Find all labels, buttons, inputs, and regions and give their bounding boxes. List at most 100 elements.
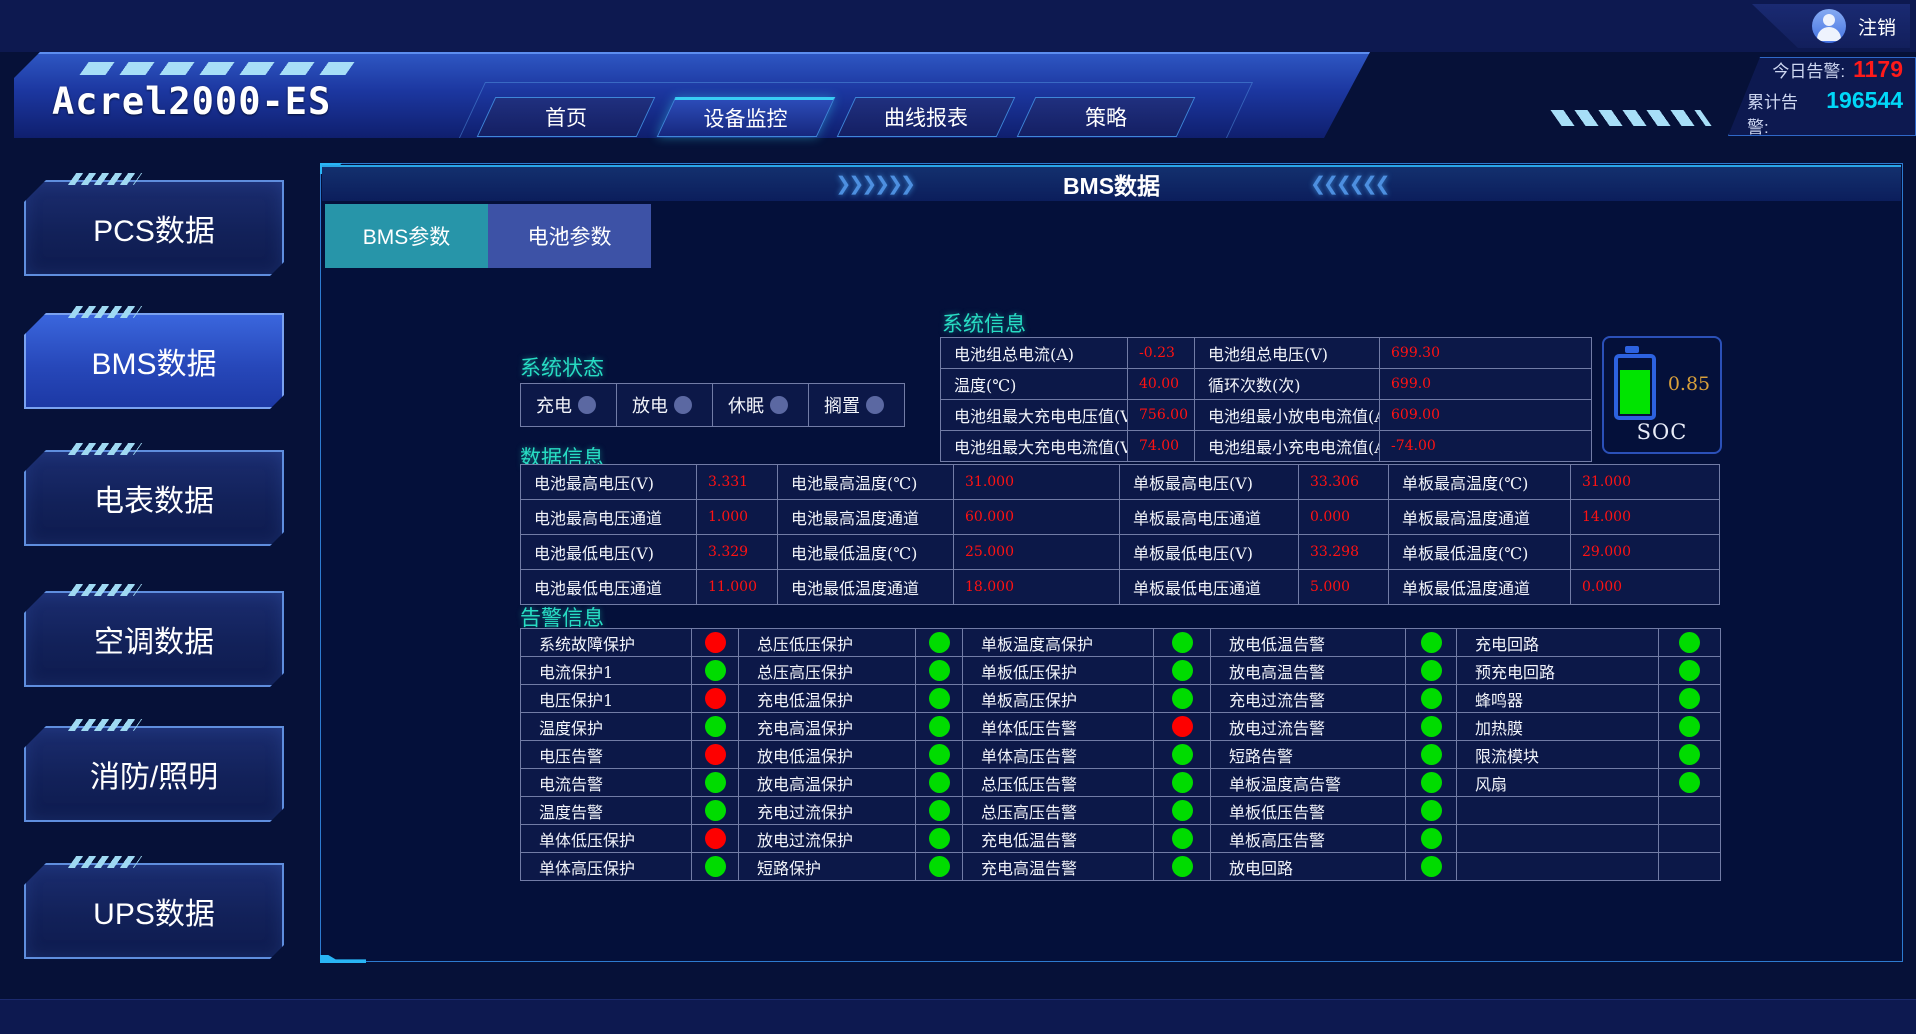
alarm-label: 放电过流告警	[1211, 713, 1405, 740]
tab-bms-params[interactable]: BMS参数	[325, 204, 488, 268]
sidebar-item-surface: 空调数据	[24, 591, 284, 687]
slashes-icon	[79, 62, 354, 75]
alarm-label: 单板低压保护	[963, 657, 1153, 684]
alarm-dot-cell	[1154, 629, 1210, 656]
info-label: 电池最低电压(V)	[521, 535, 696, 569]
alarm-dot-cell	[1659, 797, 1720, 824]
alarm-indicator-icon	[1172, 856, 1193, 877]
alarm-dot-cell	[1406, 769, 1456, 796]
info-label: 电池最低温度(℃)	[778, 535, 953, 569]
info-value: -0.23	[1128, 338, 1194, 368]
sidebar-item-4[interactable]: 消防/照明	[24, 726, 284, 822]
total-alarm-line: 累计告警: 196544	[1729, 87, 1903, 138]
info-value: 699.0	[1380, 369, 1591, 399]
slashes-icon	[1550, 110, 1711, 126]
info-value: 699.30	[1380, 338, 1591, 368]
info-label: 电池组最大充电电流值(V)	[941, 431, 1127, 461]
tab-battery-params[interactable]: 电池参数	[488, 204, 651, 268]
info-value: 29.000	[1571, 535, 1719, 569]
alarm-dot-cell	[916, 713, 962, 740]
chevrons-right-icon	[835, 173, 913, 196]
sidebar-item-label: UPS数据	[93, 889, 215, 933]
nav-tab-1[interactable]: 设备监控	[657, 97, 836, 137]
alarm-indicator-icon	[1421, 856, 1442, 877]
alarm-label: 放电低温告警	[1211, 629, 1405, 656]
alarm-label	[1457, 853, 1658, 880]
sidebar-item-1[interactable]: BMS数据	[24, 313, 284, 409]
status-cell-1: 放电	[617, 384, 712, 426]
alarm-dot-cell	[692, 769, 738, 796]
alarm-indicator-icon	[929, 800, 950, 821]
soc-panel: 0.85 SOC	[1602, 336, 1722, 454]
panel-corner-accent-icon	[320, 955, 366, 963]
tab-label: BMS参数	[363, 221, 451, 251]
alarm-dot-cell	[1659, 741, 1720, 768]
status-indicator-icon	[866, 396, 884, 414]
info-value: 14.000	[1571, 500, 1719, 534]
info-value: 5.000	[1299, 570, 1388, 604]
sidebar-item-3[interactable]: 空调数据	[24, 591, 284, 687]
alarm-indicator-icon	[705, 828, 726, 849]
alarm-dot-cell	[692, 825, 738, 852]
status-label: 充电	[536, 392, 572, 418]
nav-tab-3[interactable]: 策略	[1017, 97, 1196, 137]
sidebar-item-5[interactable]: UPS数据	[24, 863, 284, 959]
info-value: 60.000	[954, 500, 1119, 534]
alarm-indicator-icon	[929, 744, 950, 765]
logout-button[interactable]: 注销	[1752, 4, 1910, 48]
sidebar-item-2[interactable]: 电表数据	[24, 450, 284, 546]
alarm-label: 单板高压保护	[963, 685, 1153, 712]
status-indicator-icon	[674, 396, 692, 414]
info-value: 31.000	[954, 465, 1119, 499]
alarm-dot-cell	[916, 797, 962, 824]
status-cell-0: 充电	[521, 384, 616, 426]
alarm-indicator-icon	[705, 772, 726, 793]
panel-title-bar: BMS数据	[322, 165, 1901, 201]
alarm-indicator-icon	[1421, 688, 1442, 709]
alarm-indicator-icon	[929, 660, 950, 681]
alarm-indicator-icon	[1172, 772, 1193, 793]
status-label: 放电	[632, 392, 668, 418]
info-label: 单板最低电压通道	[1120, 570, 1298, 604]
alarm-dot-cell	[1406, 825, 1456, 852]
status-cell-3: 搁置	[809, 384, 904, 426]
alarm-counters: 今日告警: 1179 累计告警: 196544	[1728, 57, 1916, 136]
alarm-dot-cell	[1406, 685, 1456, 712]
info-value: 33.306	[1299, 465, 1388, 499]
battery-icon	[1614, 354, 1656, 420]
alarm-dot-cell	[1154, 741, 1210, 768]
info-label: 单板最低电压(V)	[1120, 535, 1298, 569]
info-label: 电池最高电压通道	[521, 500, 696, 534]
alarm-indicator-icon	[1679, 632, 1700, 653]
alarm-label: 充电回路	[1457, 629, 1658, 656]
info-value: 756.00	[1128, 400, 1194, 430]
alarm-dot-cell	[1406, 797, 1456, 824]
alarm-label: 温度告警	[521, 797, 691, 824]
nav-tab-0[interactable]: 首页	[477, 97, 656, 137]
soc-readout: 0.85	[1614, 348, 1710, 420]
alarm-indicator-icon	[929, 828, 950, 849]
topbar: 注销	[0, 0, 1916, 52]
alarm-dot-cell	[1406, 713, 1456, 740]
alarm-indicator-icon	[1421, 772, 1442, 793]
alarm-label: 放电回路	[1211, 853, 1405, 880]
alarm-dot-cell	[1406, 853, 1456, 880]
alarm-label: 加热膜	[1457, 713, 1658, 740]
info-label: 单板最高温度(℃)	[1389, 465, 1570, 499]
info-value: 3.331	[697, 465, 777, 499]
alarm-indicator-icon	[929, 632, 950, 653]
alarm-label: 单体高压保护	[521, 853, 691, 880]
info-value: 11.000	[697, 570, 777, 604]
alarm-label: 系统故障保护	[521, 629, 691, 656]
alarm-dot-cell	[1659, 657, 1720, 684]
info-value: 25.000	[954, 535, 1119, 569]
alarm-indicator-icon	[705, 660, 726, 681]
info-value: 1.000	[697, 500, 777, 534]
nav-tab-2[interactable]: 曲线报表	[837, 97, 1016, 137]
sidebar-item-0[interactable]: PCS数据	[24, 180, 284, 276]
alarm-dot-cell	[1659, 769, 1720, 796]
alarm-label: 充电高温保护	[739, 713, 915, 740]
alarm-indicator-icon	[705, 716, 726, 737]
slashes-icon	[68, 584, 142, 596]
alarm-label: 短路保护	[739, 853, 915, 880]
